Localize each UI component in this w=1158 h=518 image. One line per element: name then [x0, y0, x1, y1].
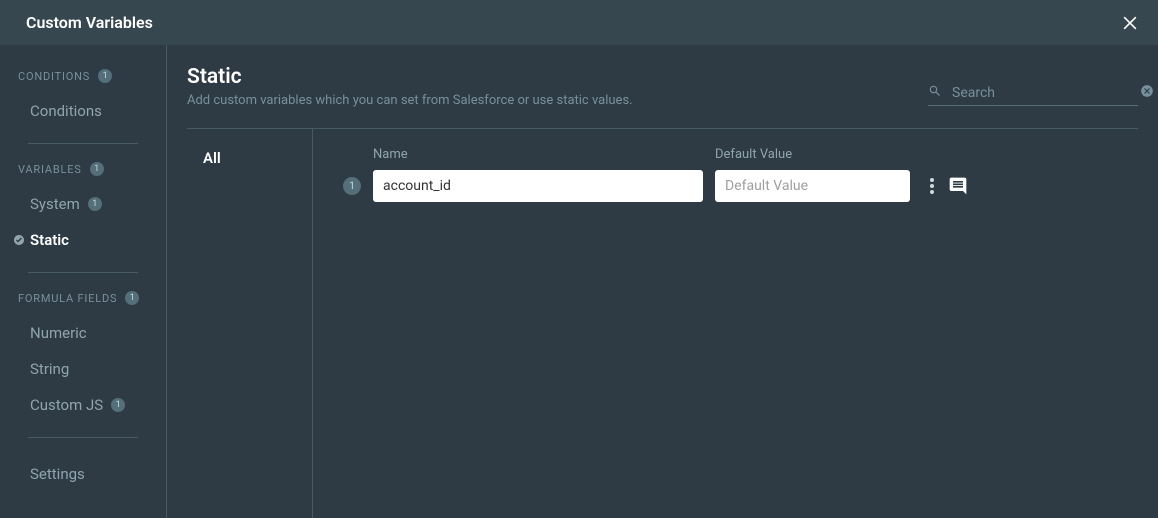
sidebar-item-system[interactable]: System 1	[0, 186, 166, 222]
section-label: CONDITIONS	[18, 70, 90, 83]
name-input[interactable]	[373, 170, 703, 202]
more-icon[interactable]	[930, 178, 934, 194]
divider	[28, 272, 138, 273]
sidebar-item-label: Conditions	[30, 102, 102, 120]
sidebar-item-label: Custom JS	[30, 396, 103, 414]
table-row: 1	[343, 170, 1138, 202]
filter-column: All	[187, 129, 313, 518]
sidebar-item-label: System	[30, 195, 80, 213]
clear-icon[interactable]	[1140, 83, 1154, 102]
divider	[28, 437, 138, 438]
sidebar-item-string[interactable]: String	[0, 351, 166, 387]
count-badge: 1	[90, 162, 104, 176]
sidebar-item-conditions[interactable]: Conditions	[0, 93, 166, 129]
row-actions	[930, 176, 968, 196]
sidebar-item-numeric[interactable]: Numeric	[0, 315, 166, 351]
sidebar-item-customjs[interactable]: Custom JS 1	[0, 387, 166, 423]
search-input[interactable]	[952, 85, 1130, 101]
column-headers: Name Default Value	[373, 147, 1138, 162]
count-badge: 1	[98, 69, 112, 83]
page-title: Static	[187, 65, 928, 89]
sidebar-item-label: Numeric	[30, 324, 87, 342]
filter-all[interactable]: All	[187, 149, 312, 167]
dialog-title: Custom Variables	[26, 13, 153, 32]
dialog-header: Custom Variables	[0, 0, 1158, 45]
count-badge: 1	[125, 291, 139, 305]
sidebar: CONDITIONS 1 Conditions VARIABLES 1 Syst…	[0, 45, 167, 518]
search-icon	[928, 83, 942, 102]
section-header-conditions: CONDITIONS 1	[0, 69, 166, 83]
count-badge: 1	[88, 197, 102, 211]
count-badge: 1	[111, 398, 125, 412]
table-area: Name Default Value 1	[313, 129, 1138, 518]
col-header-name: Name	[373, 147, 703, 162]
content-area: All Name Default Value 1	[187, 129, 1138, 518]
title-block: Static Add custom variables which you ca…	[187, 65, 928, 108]
comment-icon[interactable]	[948, 176, 968, 196]
sidebar-item-settings[interactable]: Settings	[0, 456, 166, 492]
section-label: FORMULA FIELDS	[18, 292, 117, 305]
sidebar-item-static[interactable]: Static	[0, 222, 166, 258]
sidebar-item-label: String	[30, 360, 69, 378]
main-panel: Static Add custom variables which you ca…	[167, 45, 1158, 518]
section-header-variables: VARIABLES 1	[0, 162, 166, 176]
col-header-default: Default Value	[715, 147, 910, 162]
section-header-formula: FORMULA FIELDS 1	[0, 291, 166, 305]
default-input[interactable]	[715, 170, 910, 202]
section-label: VARIABLES	[18, 163, 82, 176]
sidebar-item-label: Static	[30, 231, 69, 249]
row-number: 1	[343, 177, 361, 195]
divider	[28, 143, 138, 144]
page-subtitle: Add custom variables which you can set f…	[187, 93, 928, 108]
check-icon	[14, 235, 24, 245]
search-field	[928, 83, 1138, 106]
main-header: Static Add custom variables which you ca…	[187, 65, 1138, 108]
close-icon[interactable]	[1120, 13, 1140, 33]
sidebar-item-label: Settings	[30, 465, 85, 483]
dialog-body: CONDITIONS 1 Conditions VARIABLES 1 Syst…	[0, 45, 1158, 518]
